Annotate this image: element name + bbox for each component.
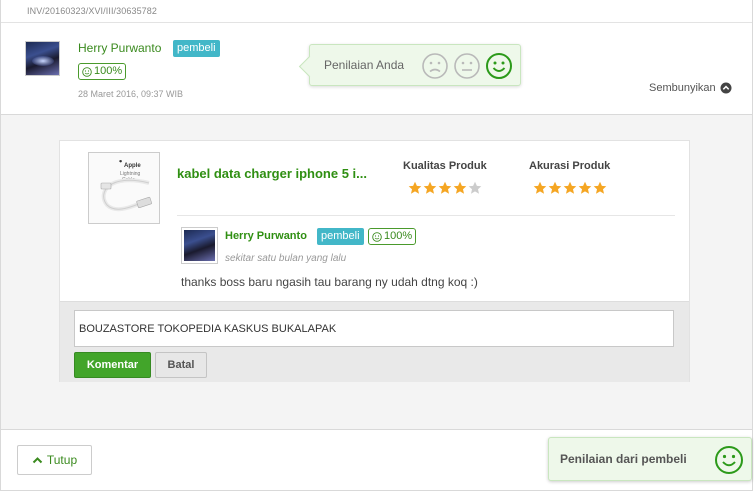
reviewer-name[interactable]: Herry Purwanto	[225, 230, 307, 242]
chevron-up-circle-icon	[720, 82, 732, 94]
happy-face-icon[interactable]	[485, 52, 513, 80]
product-review-card: Apple Lightning Cable kabel data charger…	[59, 140, 690, 382]
cancel-button[interactable]: Batal	[155, 352, 207, 378]
rating-prompt: Penilaian Anda	[309, 44, 521, 86]
review-date: 28 Maret 2016, 09:37 WIB	[78, 89, 184, 99]
accuracy-label: Akurasi Produk	[529, 160, 611, 172]
quality-stars	[408, 181, 482, 195]
seller-rating-label: Penilaian dari pembeli	[560, 452, 687, 466]
star-filled-icon	[453, 181, 467, 194]
hide-link[interactable]: Sembunyikan	[649, 82, 732, 94]
buyer-reputation: 100%	[78, 63, 127, 80]
reply-form: Komentar Batal	[60, 301, 689, 382]
review-text: thanks boss baru ngasih tau barang ny ud…	[181, 275, 478, 289]
divider	[177, 215, 675, 216]
sad-face-icon[interactable]	[421, 52, 449, 80]
comment-button[interactable]: Komentar	[74, 352, 151, 378]
cable-image: Apple Lightning Cable	[89, 153, 159, 223]
star-filled-icon	[548, 181, 562, 194]
reviewer-avatar[interactable]	[181, 227, 218, 264]
buyer-percent: 100%	[94, 65, 123, 77]
star-filled-icon	[423, 181, 437, 194]
buyer-badge: pembeli	[173, 40, 220, 57]
reviewer-badge: pembeli	[317, 228, 364, 245]
chevron-up-icon	[32, 456, 43, 463]
review-time: sekitar satu bulan yang lalu	[225, 253, 347, 264]
star-filled-icon	[578, 181, 592, 194]
hide-link-label: Sembunyikan	[649, 82, 716, 94]
neutral-face-icon[interactable]	[453, 52, 481, 80]
reviewer-percent: 100%	[384, 230, 413, 242]
star-filled-icon	[593, 181, 607, 194]
image-text-brand: Apple	[124, 163, 141, 169]
close-label: Tutup	[46, 453, 78, 467]
invoice-number: INV/20160323/XVI/III/30635782	[27, 6, 157, 16]
smile-icon	[372, 231, 382, 242]
product-title[interactable]: kabel data charger iphone 5 i...	[177, 166, 382, 181]
divider	[1, 429, 752, 430]
reply-input[interactable]	[74, 310, 674, 347]
close-button[interactable]: Tutup	[17, 445, 92, 475]
accuracy-stars	[533, 181, 607, 195]
star-filled-icon	[408, 181, 422, 194]
quality-label: Kualitas Produk	[403, 160, 487, 172]
divider	[1, 22, 752, 23]
smile-icon	[82, 66, 92, 77]
star-filled-icon	[533, 181, 547, 194]
star-filled-icon	[563, 181, 577, 194]
buyer-name[interactable]: Herry Purwanto	[78, 41, 161, 55]
buyer-avatar[interactable]	[25, 41, 60, 76]
reviewer-reputation: 100%	[368, 228, 417, 245]
star-empty-icon	[468, 181, 482, 194]
seller-rating-box: Penilaian dari pembeli	[548, 437, 752, 481]
star-filled-icon	[438, 181, 452, 194]
product-image[interactable]: Apple Lightning Cable	[88, 152, 160, 224]
happy-face-icon	[715, 446, 743, 474]
rating-prompt-label: Penilaian Anda	[324, 58, 405, 72]
